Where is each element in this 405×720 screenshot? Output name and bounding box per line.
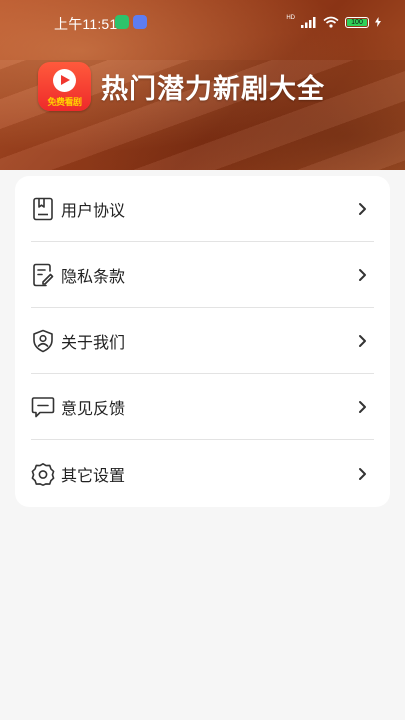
document-icon xyxy=(31,197,55,221)
wifi-icon xyxy=(323,16,339,28)
menu-item-label: 用户协议 xyxy=(61,201,126,220)
shield-user-icon xyxy=(31,329,55,353)
status-time: 上午11:51 xyxy=(54,16,118,32)
cellular-signal-icon xyxy=(301,17,316,28)
message-icon xyxy=(31,395,55,419)
weather-notification-icon xyxy=(133,15,147,29)
battery-icon: 100 xyxy=(345,16,369,28)
menu-item-about-us[interactable]: 关于我们 xyxy=(31,308,374,374)
menu-item-other-settings[interactable]: 其它设置 xyxy=(31,441,374,507)
menu-item-label: 关于我们 xyxy=(61,333,126,352)
app-logo: 免费看剧 xyxy=(38,62,91,111)
gear-icon xyxy=(31,462,55,486)
app-title: 热门潜力新剧大全 xyxy=(101,74,325,105)
brand: 免费看剧 热门潜力新剧大全 xyxy=(38,62,325,111)
play-icon xyxy=(53,69,76,92)
status-bar: 上午11:51 HD 100 xyxy=(0,0,405,44)
menu-item-feedback[interactable]: 意见反馈 xyxy=(31,374,374,440)
wechat-notification-icon xyxy=(115,15,129,29)
chevron-right-icon xyxy=(359,269,366,281)
edit-document-icon xyxy=(31,263,55,287)
charging-bolt-icon xyxy=(375,17,381,27)
menu-item-user-agreement[interactable]: 用户协议 xyxy=(31,176,374,242)
battery-level: 100 xyxy=(347,18,367,26)
app-header: 上午11:51 HD 100 免费看剧 热门潜力新剧大全 xyxy=(0,0,405,170)
chevron-right-icon xyxy=(359,401,366,413)
chevron-right-icon xyxy=(359,203,366,215)
menu-item-label: 其它设置 xyxy=(61,466,126,485)
menu-item-label: 意见反馈 xyxy=(61,399,126,418)
chevron-right-icon xyxy=(359,468,366,480)
logo-text: 免费看剧 xyxy=(47,98,82,108)
settings-menu-card: 用户协议 隐私条款 关于我们 意见反馈 其它设置 xyxy=(15,176,390,507)
status-indicators: HD 100 xyxy=(286,13,381,31)
menu-item-privacy-terms[interactable]: 隐私条款 xyxy=(31,242,374,308)
hd-badge: HD xyxy=(286,15,295,21)
chevron-right-icon xyxy=(359,335,366,347)
menu-item-label: 隐私条款 xyxy=(61,267,126,286)
